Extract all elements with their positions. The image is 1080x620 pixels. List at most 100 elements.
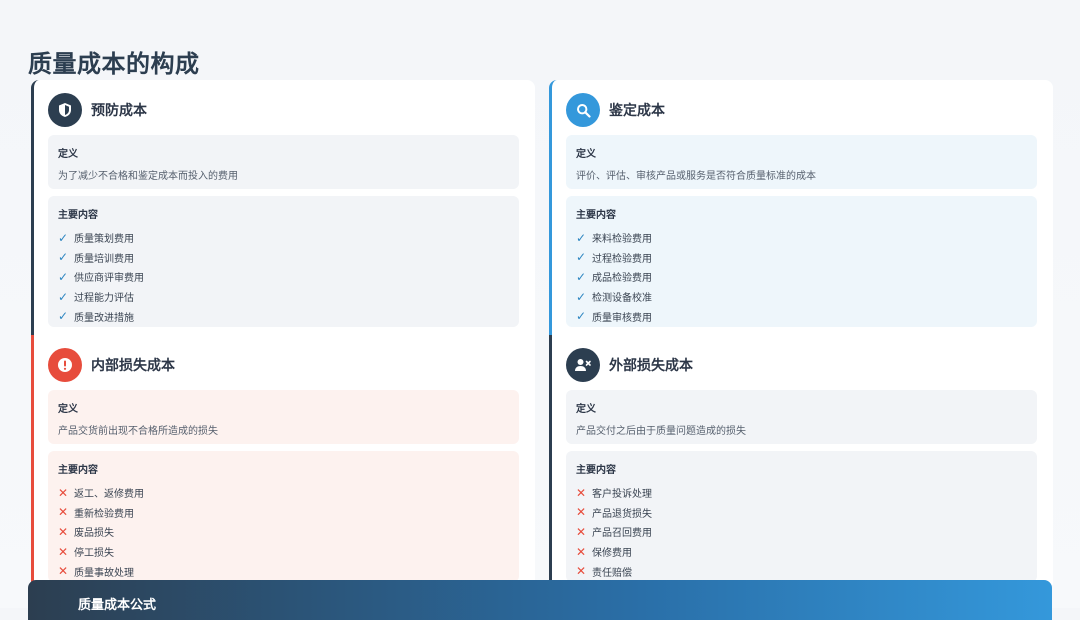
list-item: ✕ 返工、返修费用 <box>58 483 509 503</box>
contents-box: 主要内容 ✓ 来料检验费用 ✓ 过程检验费用 ✓ 成品检验费用 ✓ 检测设备校准 ✓ 质量… <box>566 196 1037 327</box>
item-text: 过程能力评估 <box>74 293 134 305</box>
item-text: 产品召回费用 <box>592 528 652 540</box>
list-item: ✕ 废品损失 <box>58 522 509 542</box>
contents-list: ✕ 返工、返修费用 ✕ 重新检验费用 ✕ 废品损失 ✕ 停工损失 ✕ 质量事故处理 <box>58 483 509 581</box>
definition-box: 定义 产品交货前出现不合格所造成的损失 <box>48 390 519 444</box>
item-text: 来料检验费用 <box>592 234 652 246</box>
contents-box: 主要内容 ✕ 返工、返修费用 ✕ 重新检验费用 ✕ 废品损失 ✕ 停工损失 ✕ 质量事故处… <box>48 451 519 582</box>
check-icon: ✓ <box>58 289 69 304</box>
check-icon: ✓ <box>576 269 587 284</box>
item-text: 返工、返修费用 <box>74 489 144 501</box>
item-text: 质量培训费用 <box>74 253 134 265</box>
list-item: ✓ 成品检验费用 <box>576 267 1027 287</box>
contents-list: ✕ 客户投诉处理 ✕ 产品退货损失 ✕ 产品召回费用 ✕ 保修费用 ✕ 责任赔偿 <box>576 483 1027 581</box>
list-item: ✓ 质量审核费用 <box>576 306 1027 326</box>
external-failure-cost-card: 外部损失成本 定义 产品交付之后由于质量问题造成的损失 主要内容 ✕ 客户投诉处理… <box>549 335 1053 585</box>
definition-text: 为了减少不合格和鉴定成本而投入的费用 <box>58 171 238 182</box>
definition-box: 定义 评价、评估、审核产品或服务是否符合质量标准的成本 <box>566 135 1037 189</box>
list-item: ✓ 供应商评审费用 <box>58 267 509 287</box>
card-header: 外部损失成本 <box>566 347 1039 383</box>
item-text: 责任赔偿 <box>592 567 632 579</box>
appraisal-cost-card: 鉴定成本 定义 评价、评估、审核产品或服务是否符合质量标准的成本 主要内容 ✓ 来… <box>549 80 1053 336</box>
cross-icon: ✕ <box>576 485 587 500</box>
cross-icon: ✕ <box>576 505 587 520</box>
contents-label: 主要内容 <box>58 465 98 476</box>
list-item: ✕ 停工损失 <box>58 542 509 562</box>
check-icon: ✓ <box>58 309 69 324</box>
list-item: ✕ 重新检验费用 <box>58 503 509 523</box>
check-icon: ✓ <box>58 250 69 265</box>
list-item: ✕ 责任赔偿 <box>576 561 1027 581</box>
check-icon: ✓ <box>576 250 587 265</box>
card-header: 预防成本 <box>48 92 521 128</box>
item-text: 保修费用 <box>592 548 632 560</box>
list-item: ✕ 质量事故处理 <box>58 561 509 581</box>
item-text: 质量改进措施 <box>74 312 134 324</box>
list-item: ✓ 质量策划费用 <box>58 228 509 248</box>
list-item: ✕ 保修费用 <box>576 542 1027 562</box>
item-text: 重新检验费用 <box>74 508 134 520</box>
check-icon: ✓ <box>58 230 69 245</box>
cross-icon: ✕ <box>58 544 69 559</box>
formula-panel: 质量成本公式 <box>28 580 1052 620</box>
definition-box: 定义 产品交付之后由于质量问题造成的损失 <box>566 390 1037 444</box>
internal-failure-cost-card: 内部损失成本 定义 产品交货前出现不合格所造成的损失 主要内容 ✕ 返工、返修费用… <box>31 335 535 585</box>
item-text: 供应商评审费用 <box>74 273 144 285</box>
item-text: 质量事故处理 <box>74 567 134 579</box>
definition-label: 定义 <box>576 404 596 415</box>
cross-icon: ✕ <box>58 524 69 539</box>
item-text: 产品退货损失 <box>592 508 652 520</box>
check-icon: ✓ <box>576 309 587 324</box>
definition-text: 产品交付之后由于质量问题造成的损失 <box>576 426 746 437</box>
definition-text: 评价、评估、审核产品或服务是否符合质量标准的成本 <box>576 171 816 182</box>
item-text: 成品检验费用 <box>592 273 652 285</box>
list-item: ✓ 过程能力评估 <box>58 287 509 307</box>
shield-icon <box>48 93 82 127</box>
definition-label: 定义 <box>576 149 596 160</box>
cross-icon: ✕ <box>576 544 587 559</box>
list-item: ✓ 质量改进措施 <box>58 306 509 326</box>
user-times-icon <box>566 348 600 382</box>
check-icon: ✓ <box>58 269 69 284</box>
list-item: ✓ 质量培训费用 <box>58 248 509 268</box>
page-title: 质量成本的构成 <box>28 50 200 78</box>
cross-icon: ✕ <box>58 564 69 579</box>
item-text: 客户投诉处理 <box>592 489 652 501</box>
exclamation-icon <box>48 348 82 382</box>
card-header: 鉴定成本 <box>566 92 1039 128</box>
item-text: 质量策划费用 <box>74 234 134 246</box>
card-title: 外部损失成本 <box>609 358 693 374</box>
definition-text: 产品交货前出现不合格所造成的损失 <box>58 426 218 437</box>
cross-icon: ✕ <box>58 485 69 500</box>
item-text: 过程检验费用 <box>592 253 652 265</box>
list-item: ✓ 来料检验费用 <box>576 228 1027 248</box>
card-title: 内部损失成本 <box>91 358 175 374</box>
list-item: ✓ 检测设备校准 <box>576 287 1027 307</box>
list-item: ✕ 产品召回费用 <box>576 522 1027 542</box>
contents-box: 主要内容 ✕ 客户投诉处理 ✕ 产品退货损失 ✕ 产品召回费用 ✕ 保修费用 ✕ 责任赔偿 <box>566 451 1037 582</box>
card-title: 鉴定成本 <box>609 103 665 119</box>
cross-icon: ✕ <box>576 564 587 579</box>
prevention-cost-card: 预防成本 定义 为了减少不合格和鉴定成本而投入的费用 主要内容 ✓ 质量策划费用 … <box>31 80 535 336</box>
check-icon: ✓ <box>576 230 587 245</box>
cross-icon: ✕ <box>58 505 69 520</box>
contents-box: 主要内容 ✓ 质量策划费用 ✓ 质量培训费用 ✓ 供应商评审费用 ✓ 过程能力评估 ✓ 质… <box>48 196 519 327</box>
item-text: 质量审核费用 <box>592 312 652 324</box>
list-item: ✕ 客户投诉处理 <box>576 483 1027 503</box>
contents-list: ✓ 质量策划费用 ✓ 质量培训费用 ✓ 供应商评审费用 ✓ 过程能力评估 ✓ 质量改进措施 <box>58 228 509 326</box>
card-title: 预防成本 <box>91 103 147 119</box>
definition-label: 定义 <box>58 404 78 415</box>
list-item: ✕ 产品退货损失 <box>576 503 1027 523</box>
contents-label: 主要内容 <box>576 465 616 476</box>
item-text: 停工损失 <box>74 548 114 560</box>
item-text: 检测设备校准 <box>592 293 652 305</box>
contents-label: 主要内容 <box>576 210 616 221</box>
item-text: 废品损失 <box>74 528 114 540</box>
definition-box: 定义 为了减少不合格和鉴定成本而投入的费用 <box>48 135 519 189</box>
card-header: 内部损失成本 <box>48 347 521 383</box>
cross-icon: ✕ <box>576 524 587 539</box>
contents-list: ✓ 来料检验费用 ✓ 过程检验费用 ✓ 成品检验费用 ✓ 检测设备校准 ✓ 质量审核费用 <box>576 228 1027 326</box>
check-icon: ✓ <box>576 289 587 304</box>
definition-label: 定义 <box>58 149 78 160</box>
contents-label: 主要内容 <box>58 210 98 221</box>
